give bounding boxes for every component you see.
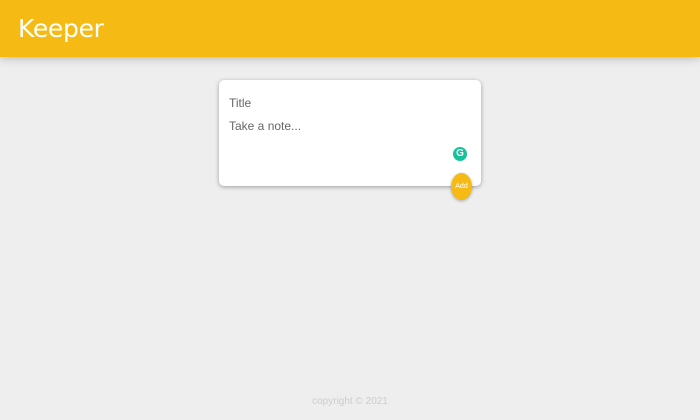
add-note-button[interactable]: Add (451, 173, 472, 200)
note-title-input[interactable] (229, 96, 459, 110)
footer-copyright: copyright © 2021 (312, 396, 388, 407)
app-header: Keeper (0, 0, 700, 57)
grammarly-icon[interactable]: G (453, 147, 467, 161)
app-logo-title: Keeper (18, 14, 104, 43)
note-content-input[interactable] (229, 119, 459, 135)
